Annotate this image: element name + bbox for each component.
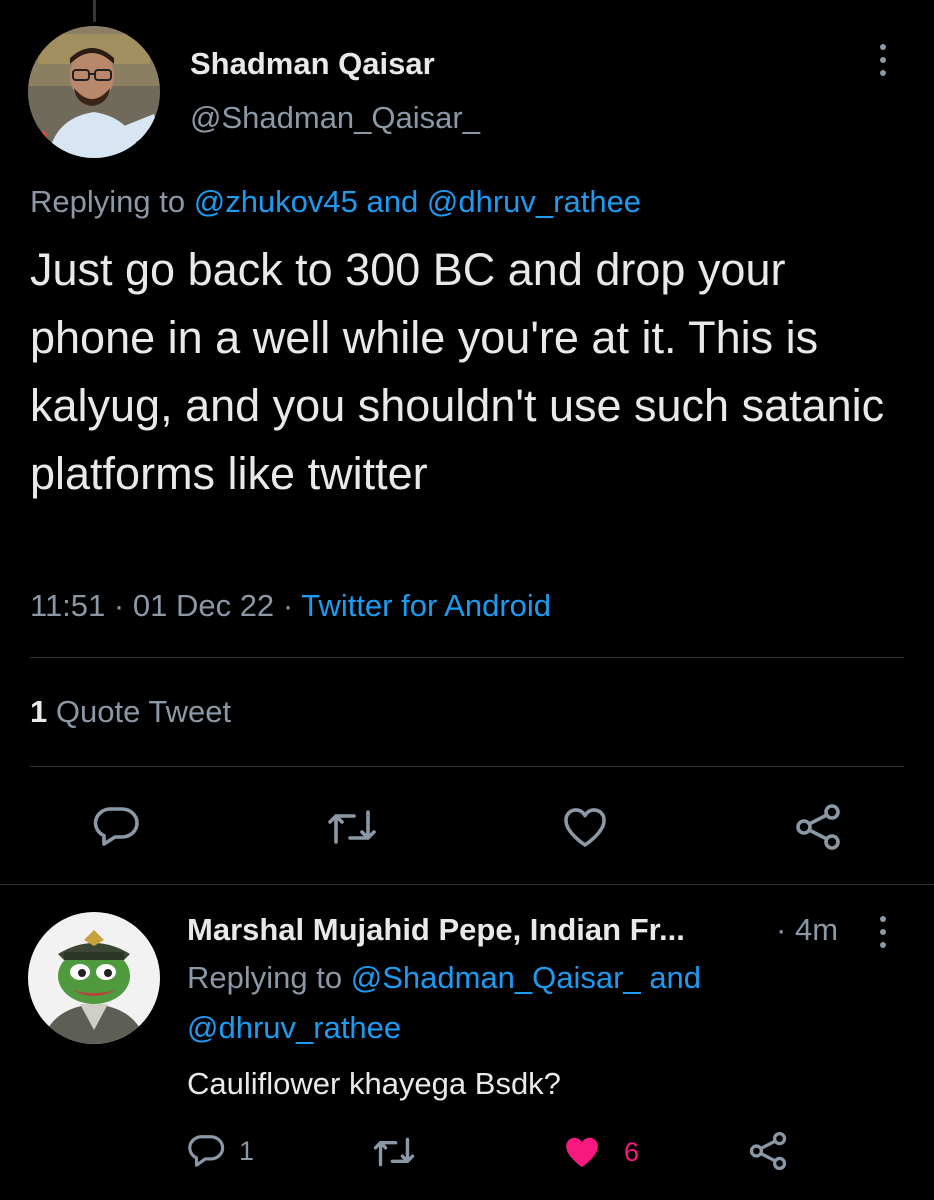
divider: [30, 657, 904, 658]
like-count: 6: [624, 1136, 640, 1167]
meta-separator: ·: [282, 588, 294, 623]
quote-count: 1: [30, 694, 48, 729]
tweet-time: 11:51: [30, 588, 106, 623]
more-options-button[interactable]: [870, 38, 896, 82]
replying-user-link[interactable]: @zhukov45: [194, 184, 358, 219]
tweet-text: Just go back to 300 BC and drop your pho…: [30, 244, 885, 499]
reply-timestamp: 4m: [794, 912, 839, 947]
share-icon: [796, 804, 840, 850]
reply-button[interactable]: [92, 806, 140, 851]
reply-time: · 4m: [776, 912, 838, 948]
replying-prefix: Replying to: [30, 184, 186, 219]
quote-tweets-link[interactable]: 1 Quote Tweet: [30, 694, 231, 730]
retweet-button[interactable]: [326, 808, 378, 851]
section-divider: [0, 884, 934, 885]
replying-user-link[interactable]: @dhruv_rathee: [427, 184, 641, 219]
share-icon: [749, 1132, 787, 1170]
reply-reply-button[interactable]: 1: [187, 1134, 254, 1168]
thread-line: [93, 0, 96, 22]
replying-and: and: [366, 184, 419, 219]
reply-replying-to-line: Replying to @Shadman_Qaisar_ and: [187, 960, 701, 996]
reply-count: 1: [239, 1135, 255, 1166]
divider: [30, 766, 904, 767]
reply-more-options-button[interactable]: [870, 910, 896, 954]
reply-like-button[interactable]: 6: [562, 1134, 639, 1170]
meta-separator: ·: [113, 588, 125, 623]
reply-avatar-image: [28, 912, 160, 1044]
like-icon: [564, 808, 606, 847]
author-handle[interactable]: @Shadman_Qaisar_: [190, 100, 480, 136]
tweet-date: 01 Dec 22: [132, 588, 275, 623]
tweet-metadata: 11:51 · 01 Dec 22 · Twitter for Android: [30, 588, 551, 624]
reply-icon: [188, 1135, 225, 1167]
reply-text: Cauliflower khayega Bsdk?: [187, 1066, 561, 1101]
reply-author-name[interactable]: Marshal Mujahid Pepe, Indian Fr...: [187, 912, 685, 948]
author-avatar[interactable]: [28, 26, 160, 158]
retweet-icon: [328, 810, 376, 844]
replying-user-link[interactable]: @dhruv_rathee: [187, 1010, 401, 1046]
replying-and: and: [649, 960, 702, 995]
reply-icon: [93, 807, 139, 846]
author-name[interactable]: Shadman Qaisar: [190, 46, 435, 82]
like-icon-filled: [566, 1137, 598, 1167]
more-icon: [870, 910, 896, 954]
retweet-icon: [373, 1137, 415, 1167]
share-button[interactable]: [794, 804, 842, 855]
tweet-source-link[interactable]: Twitter for Android: [301, 588, 551, 623]
replying-to-line: Replying to @zhukov45 and @dhruv_rathee: [30, 184, 641, 220]
more-icon: [870, 38, 896, 82]
replying-user-link[interactable]: @Shadman_Qaisar_: [351, 960, 641, 995]
like-button[interactable]: [561, 806, 609, 853]
author-avatar-image: [28, 26, 160, 158]
quote-label: Quote Tweet: [55, 694, 232, 729]
replying-prefix: Replying to: [187, 960, 343, 995]
reply-retweet-button[interactable]: [372, 1136, 416, 1173]
reply-share-button[interactable]: [748, 1132, 788, 1175]
time-separator: ·: [776, 912, 787, 947]
reply-author-avatar[interactable]: [28, 912, 160, 1044]
